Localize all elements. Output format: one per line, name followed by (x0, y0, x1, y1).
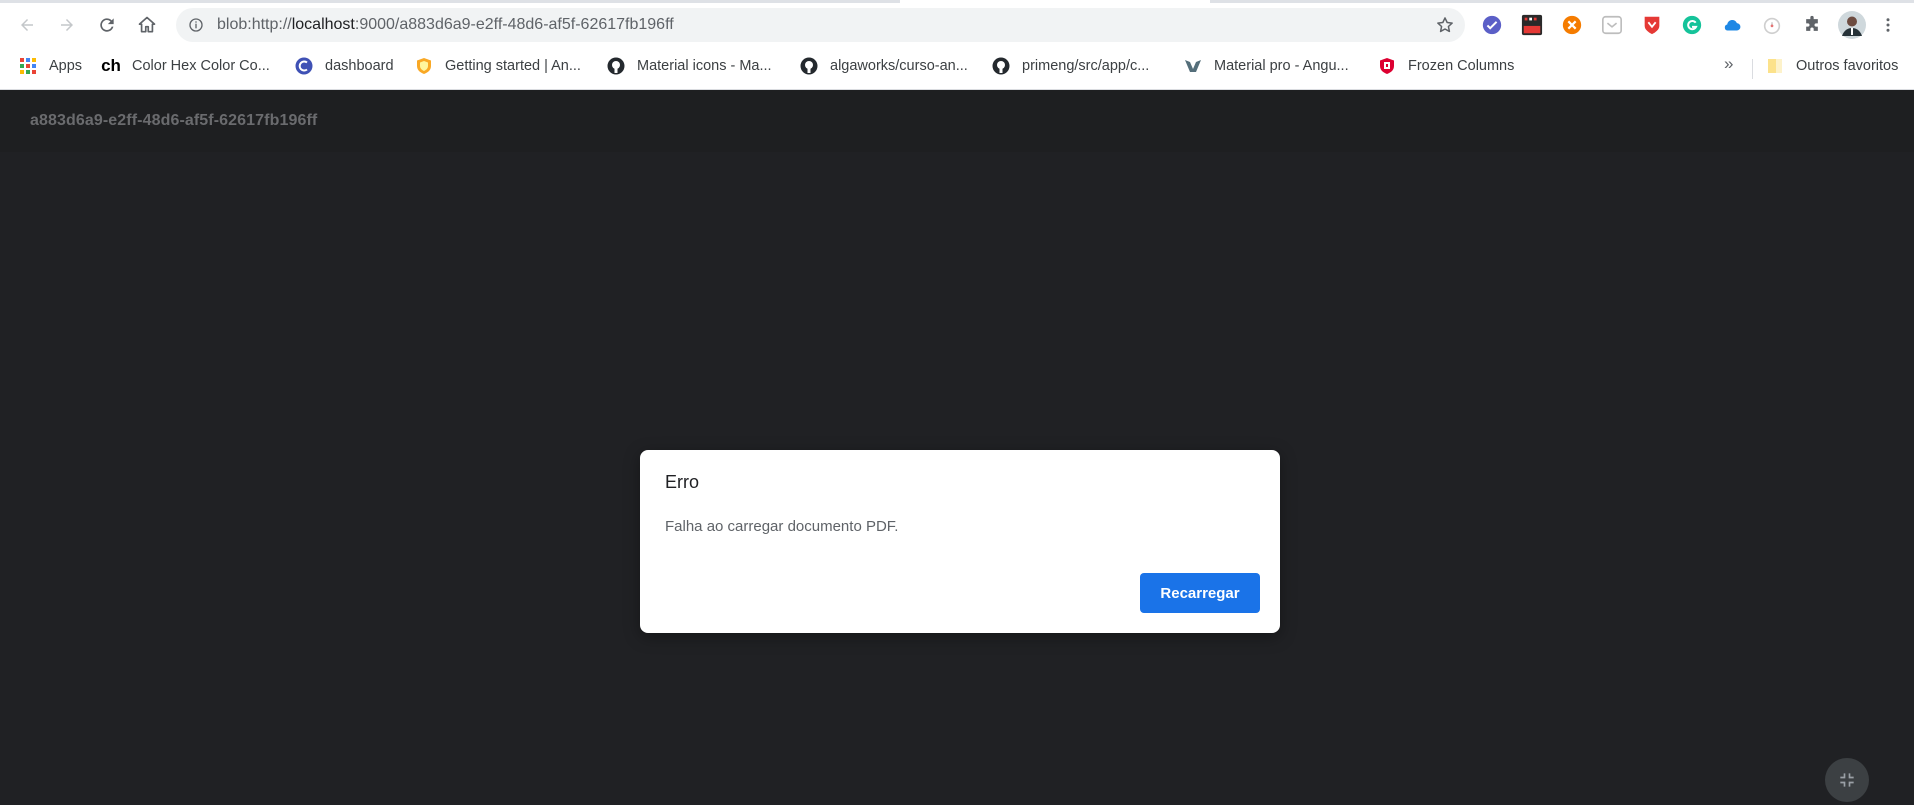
bookmark-getting-started[interactable]: Getting started | An... (415, 50, 581, 82)
extension-pocket[interactable] (1600, 13, 1624, 37)
extension-orange[interactable] (1560, 13, 1584, 37)
bookmark-star-button[interactable] (1435, 15, 1455, 35)
bookmark-label: Material pro - Angu... (1214, 58, 1349, 74)
bookmark-primeng-src[interactable]: primeng/src/app/c... (992, 50, 1149, 82)
kebab-menu-icon (1886, 18, 1890, 32)
bookmarks-overflow-button[interactable]: » (1724, 54, 1733, 74)
error-dialog: Erro Falha ao carregar documento PDF. Re… (640, 450, 1280, 633)
extensions-button[interactable] (1800, 13, 1824, 37)
pdf-viewer-toolbar: a883d6a9-e2ff-48d6-af5f-62617fb196ff (0, 90, 1914, 152)
address-bar[interactable]: blob:http://localhost:9000/a883d6a9-e2ff… (176, 8, 1465, 42)
off-badge-icon (1521, 14, 1543, 36)
bookmark-label: dashboard (325, 58, 394, 74)
back-arrow-icon (21, 19, 33, 31)
dialog-title: Erro (665, 472, 700, 492)
info-icon (189, 18, 203, 32)
apps-grid-icon (19, 57, 37, 75)
tab-strip-edge (0, 0, 900, 3)
bookmark-apps[interactable]: Apps (19, 50, 82, 82)
checkmark-badge-icon (1482, 15, 1502, 35)
forward-arrow-icon (61, 19, 73, 31)
puzzle-icon (1806, 15, 1818, 31)
grammarly-icon (1682, 15, 1702, 35)
shield-logo-icon (415, 57, 433, 75)
github-icon (607, 57, 625, 75)
reload-button[interactable] (92, 10, 122, 40)
forward-button[interactable] (52, 10, 82, 40)
bookmark-material-icons[interactable]: Material icons - Ma... (607, 50, 772, 82)
bookmark-label: Getting started | An... (445, 58, 581, 74)
extension-checkmark[interactable] (1480, 13, 1504, 37)
reload-icon (100, 18, 114, 32)
bookmark-label: Material icons - Ma... (637, 58, 772, 74)
profile-avatar[interactable] (1838, 11, 1866, 39)
extension-shield[interactable] (1640, 13, 1664, 37)
url-path: :9000/a883d6a9-e2ff-48d6-af5f-62617fb196… (354, 16, 674, 33)
ch-logo-icon: ch (101, 56, 121, 75)
cloud-icon (1724, 19, 1741, 31)
bookmark-label: Apps (49, 58, 83, 74)
bookmarks-bar: Apps ch Color Hex Color Co... dashboard … (0, 50, 1914, 90)
bookmark-label: primeng/src/app/c... (1022, 58, 1150, 74)
wrappixel-logo-icon (1184, 57, 1202, 75)
red-shield-icon (1644, 16, 1660, 35)
extension-off-badge[interactable] (1520, 13, 1544, 37)
bookmark-dashboard[interactable]: dashboard (295, 50, 394, 82)
bookmark-label: Frozen Columns (1408, 58, 1515, 74)
bookmark-color-hex[interactable]: ch Color Hex Color Co... (100, 50, 270, 82)
url-scheme: blob:http:// (217, 16, 292, 33)
url-host: localhost (291, 16, 355, 33)
bookmark-label: Outros favoritos (1796, 58, 1899, 74)
orange-circle-icon (1562, 15, 1582, 35)
primeng-logo-icon (1378, 57, 1396, 75)
folder-icon (1766, 57, 1784, 75)
collapse-arrows-icon (1840, 773, 1854, 787)
browser-menu-button[interactable] (1876, 13, 1900, 37)
document-title: a883d6a9-e2ff-48d6-af5f-62617fb196ff (30, 112, 318, 129)
home-button[interactable] (132, 10, 162, 40)
bookmark-label: Color Hex Color Co... (132, 58, 270, 74)
bookmark-material-pro[interactable]: Material pro - Angu... (1184, 50, 1349, 82)
dialog-message: Falha ao carregar documento PDF. (665, 518, 899, 535)
github-icon (992, 57, 1010, 75)
fit-to-page-button[interactable] (1825, 758, 1869, 802)
bookmarks-divider (1752, 59, 1753, 79)
bookmark-frozen-columns[interactable]: Frozen Columns (1378, 50, 1514, 82)
back-button[interactable] (12, 10, 42, 40)
bookmark-algaworks[interactable]: algaworks/curso-an... (800, 50, 968, 82)
bookmark-other-favorites[interactable]: Outros favoritos (1766, 50, 1898, 82)
timer-icon (1763, 17, 1781, 35)
reload-document-button[interactable]: Recarregar (1140, 573, 1260, 613)
avatar (1838, 11, 1866, 39)
bookmark-label: algaworks/curso-an... (830, 58, 968, 74)
star-icon (1437, 17, 1453, 33)
url-text[interactable]: blob:http://localhost:9000/a883d6a9-e2ff… (217, 16, 674, 34)
site-info-button[interactable] (186, 15, 206, 35)
dashboard-logo-icon (295, 57, 313, 75)
home-icon (138, 16, 156, 33)
tab-strip-edge-right (1210, 0, 1914, 3)
browser-toolbar: blob:http://localhost:9000/a883d6a9-e2ff… (0, 0, 1914, 50)
extension-timer[interactable] (1760, 13, 1784, 37)
extension-cloud[interactable] (1720, 13, 1744, 37)
github-icon (800, 57, 818, 75)
extension-grammarly[interactable] (1680, 13, 1704, 37)
pocket-icon (1602, 15, 1622, 35)
